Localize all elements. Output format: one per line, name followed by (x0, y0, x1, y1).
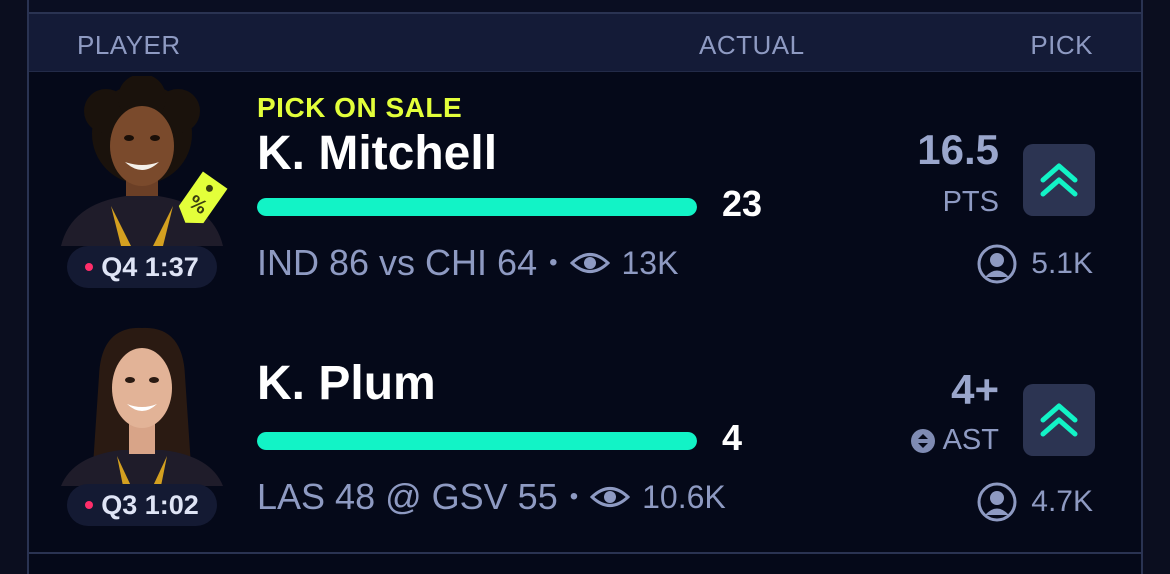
sale-tag-icon: % (178, 171, 228, 224)
pick-line-value: 4+ (951, 366, 999, 413)
progress-fill (257, 198, 697, 216)
separator-dot: • (549, 249, 558, 276)
table-row[interactable]: % Q4 1:37 PICK ON SALE K. Mitchell 23 IN… (29, 74, 1141, 314)
eye-icon (590, 487, 631, 507)
game-clock-badge: Q4 1:37 (67, 246, 217, 288)
pick-on-sale-label: PICK ON SALE (257, 92, 463, 123)
live-dot (85, 501, 94, 509)
game-info: LAS 48 @ GSV 55 • 10.6K (257, 476, 726, 518)
game-clock-badge: Q3 1:02 (67, 484, 217, 526)
game-score: LAS 48 @ GSV 55 (257, 476, 558, 517)
pick-line-value: 16.5 (917, 126, 999, 173)
frame-top-edge (29, 0, 1141, 14)
user-icon (977, 244, 1017, 284)
header-pick: PICK (1030, 30, 1093, 60)
game-score: IND 86 vs CHI 64 (257, 242, 538, 283)
progress-fill (257, 432, 697, 450)
table-header: PLAYER ACTUAL PICK (29, 14, 1141, 72)
header-player: PLAYER (77, 30, 181, 60)
actual-value: 4 (722, 417, 743, 458)
viewer-count: 10.6K (642, 478, 726, 515)
pickers-count: 5.1K (977, 244, 1093, 284)
swap-arrows-icon (917, 433, 928, 448)
player-photo (51, 316, 233, 486)
picks-table: PLAYER ACTUAL PICK % Q4 1:37 PICK ON SAL… (27, 0, 1143, 574)
stat-label: AST (910, 424, 999, 457)
progress-bar (257, 198, 697, 216)
pick-more-button[interactable] (1023, 144, 1095, 216)
viewer-count: 13K (621, 244, 679, 281)
separator-dot: • (569, 483, 579, 510)
row-divider (29, 552, 1141, 554)
header-actual: ACTUAL (699, 30, 805, 60)
progress-bar (257, 432, 697, 450)
double-chevron-up-icon (1040, 163, 1078, 197)
live-dot (85, 263, 94, 271)
eye-icon (569, 253, 610, 273)
game-info: IND 86 vs CHI 64 • 13K (257, 242, 678, 284)
double-chevron-up-icon (1040, 403, 1078, 437)
pickers-value: 4.7K (1031, 485, 1093, 518)
actual-value: 23 (722, 183, 763, 224)
table-row[interactable]: Q3 1:02 K. Plum 4 LAS 48 @ GSV 55 • 10.6… (29, 314, 1141, 554)
player-name[interactable]: K. Plum (257, 356, 436, 411)
player-avatar[interactable] (51, 316, 233, 486)
stat-name: PTS (942, 186, 999, 218)
pickers-value: 5.1K (1031, 247, 1093, 280)
game-clock: Q3 1:02 (101, 489, 199, 520)
stat-label: PTS (943, 186, 999, 219)
pickers-count: 4.7K (977, 482, 1093, 522)
pick-more-button[interactable] (1023, 384, 1095, 456)
game-clock: Q4 1:37 (101, 251, 199, 282)
stat-name: AST (942, 424, 999, 456)
player-name[interactable]: K. Mitchell (257, 126, 497, 181)
user-icon (977, 482, 1017, 522)
swap-icon[interactable] (910, 428, 935, 453)
